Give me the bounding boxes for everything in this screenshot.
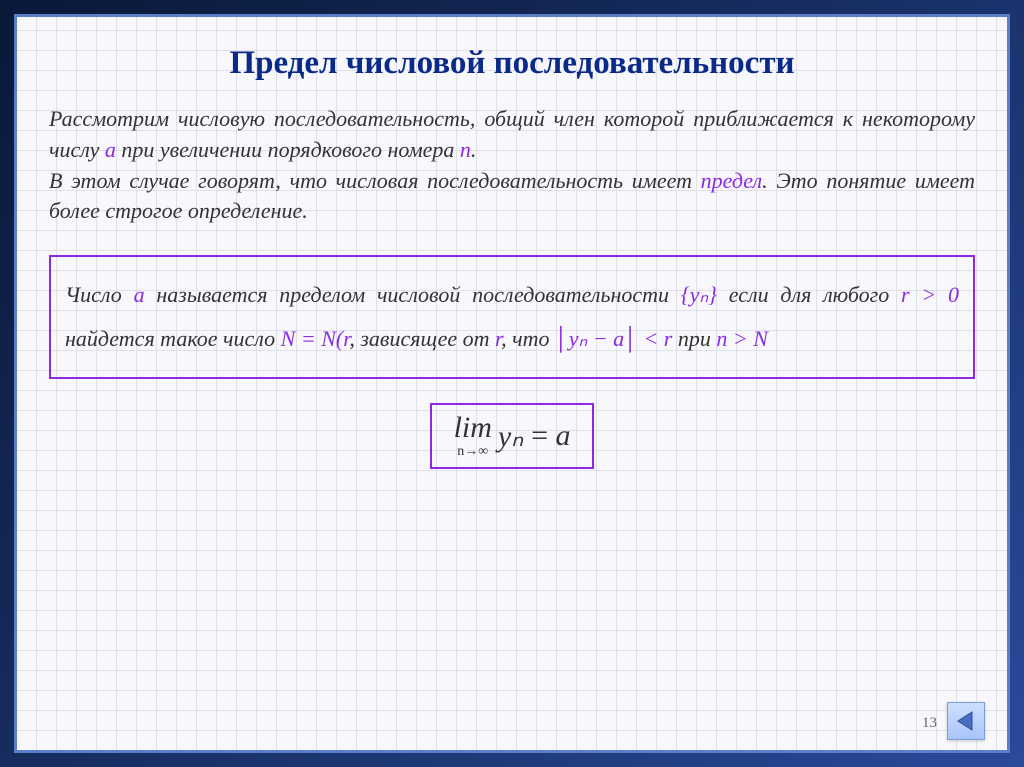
intro-text: Рассмотрим числовую последовательность, … <box>49 104 975 227</box>
intro-p2-a: В этом случае говорят, что числовая посл… <box>49 168 701 193</box>
def-1a: Число <box>65 282 134 307</box>
var-a: a <box>105 137 116 162</box>
slide-frame: Предел числовой последовательности Рассм… <box>14 14 1010 753</box>
limit-formula-box: lim n→∞ yₙ = a <box>430 403 595 469</box>
slide-title: Предел числовой последовательности <box>49 45 975 82</box>
def-seq: {yₙ} <box>681 282 717 307</box>
def-2a: если для любого <box>729 282 901 307</box>
limit-formula-wrap: lim n→∞ yₙ = a <box>49 403 975 469</box>
intro-p1-b: при увеличении порядкового номера <box>116 137 460 162</box>
lim-text: lim <box>454 413 492 443</box>
lim-yn: yₙ <box>498 419 523 454</box>
page-number: 13 <box>922 715 937 732</box>
def-2e: при <box>672 326 716 351</box>
def-2b: найдется такое число <box>65 326 281 351</box>
lim-eq: = <box>529 419 549 453</box>
def-var-a: a <box>134 282 145 307</box>
intro-p1-c: . <box>471 137 477 162</box>
intro-paragraph-1: Рассмотрим числовую последовательность, … <box>49 104 975 166</box>
intro-paragraph-2: В этом случае говорят, что числовая посл… <box>49 166 975 228</box>
triangle-left-icon <box>955 710 977 732</box>
def-ngt: n > N <box>716 326 768 351</box>
lim-symbol: lim n→∞ <box>454 413 492 459</box>
prev-slide-button[interactable] <box>947 702 985 740</box>
def-2c: , зависящее от <box>349 326 495 351</box>
def-1b: называется пределом числовой последовате… <box>145 282 681 307</box>
def-2d: , что <box>501 326 555 351</box>
lim-ninf: n→∞ <box>457 445 488 459</box>
def-lt: < r <box>638 326 672 351</box>
def-rgt0: r > 0 <box>901 282 959 307</box>
abs-left: │ <box>555 326 569 351</box>
lim-a: a <box>555 419 570 453</box>
word-limit: предел <box>701 168 762 193</box>
def-expr: yₙ − a <box>569 326 624 351</box>
abs-right: │ <box>624 326 638 351</box>
def-neq: N = N(r <box>281 326 350 351</box>
var-n: n <box>460 137 471 162</box>
definition-box: Число a называется пределом числовой пос… <box>49 255 975 379</box>
